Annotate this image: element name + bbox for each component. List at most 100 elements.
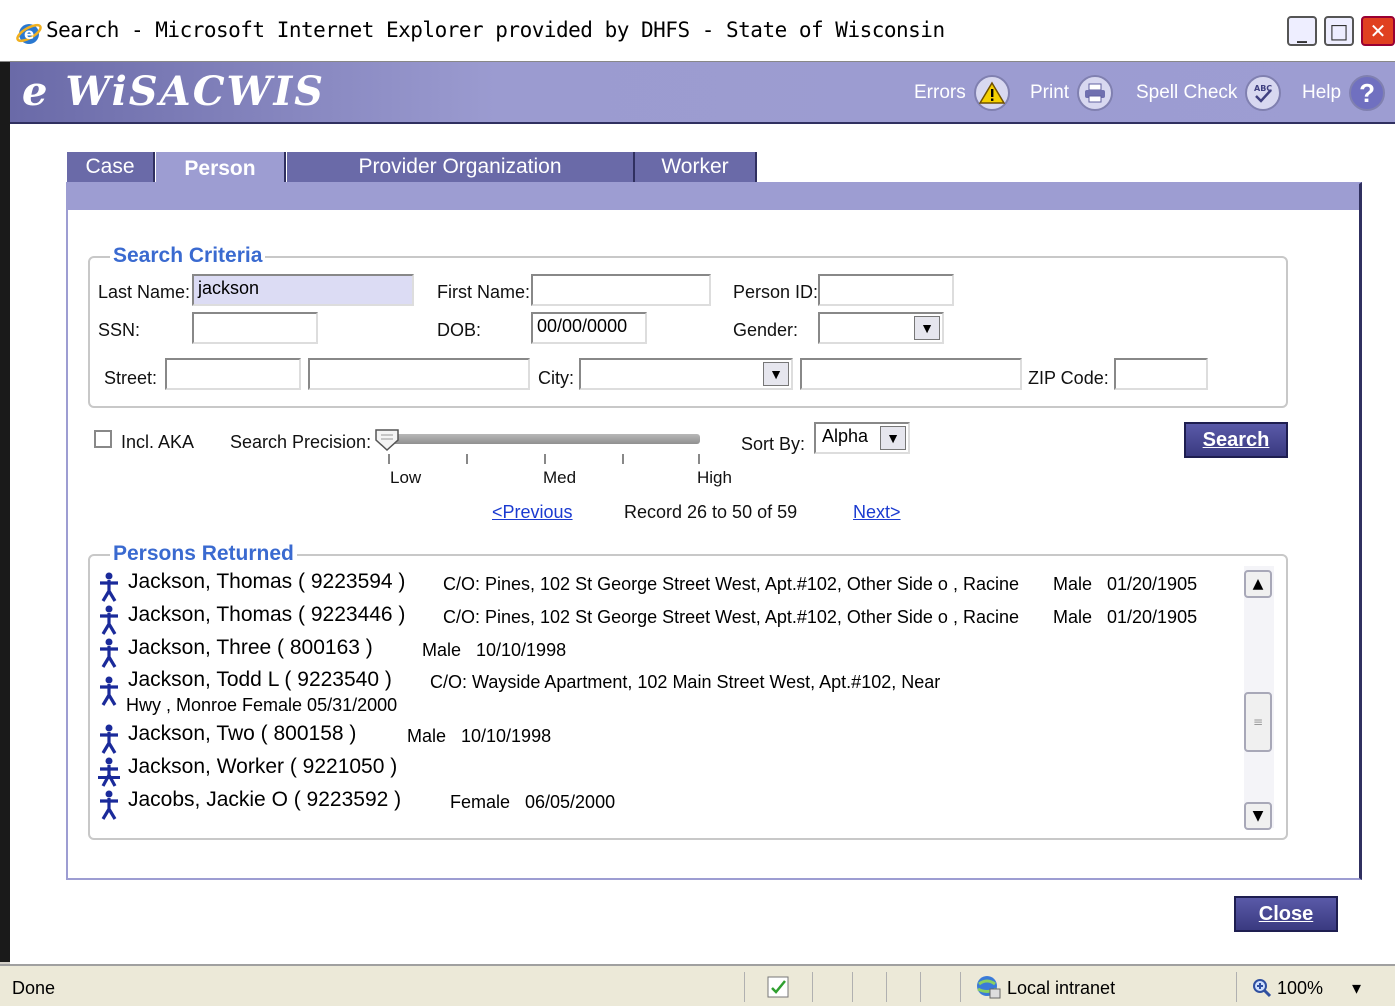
person-name: Jacobs, Jackie O ( 9223592 ): [128, 788, 402, 811]
close-window-button[interactable]: ✕: [1361, 16, 1395, 46]
incl-aka-checkbox[interactable]: [94, 430, 112, 448]
app-logo: e WiSACWIS: [22, 68, 326, 115]
person-address: C/O: Wayside Apartment, 102 Main Street …: [430, 672, 941, 692]
list-item[interactable]: Jacobs, Jackie O ( 9223592 ) Female 06/0…: [98, 788, 1238, 820]
internet-explorer-icon: e: [16, 23, 42, 44]
person-gender: Male: [1053, 607, 1093, 627]
help-button[interactable]: Help ?: [1302, 74, 1386, 112]
person-icon: [100, 638, 118, 668]
list-item[interactable]: Jackson, Thomas ( 9223446 ) C/O: Pines, …: [98, 603, 1238, 635]
person-dob: 06/05/2000: [525, 792, 616, 812]
person-dob: 01/20/1905: [1107, 574, 1198, 594]
list-item[interactable]: Jackson, Todd L ( 9223540 ) C/O: Wayside…: [98, 668, 1238, 720]
scroll-down-icon[interactable]: ▼: [1244, 802, 1272, 830]
next-link[interactable]: Next>: [853, 502, 901, 523]
spell-check-icon: ABC: [1245, 75, 1282, 111]
list-item[interactable]: Jackson, Worker ( 9221050 ): [98, 755, 1238, 787]
person-search-panel: Search Criteria Last Name: jackson First…: [66, 182, 1362, 880]
close-icon: ✕: [1369, 19, 1387, 43]
zoom-icon: [1253, 979, 1272, 998]
close-button[interactable]: Close: [1234, 896, 1338, 932]
zip-code-input[interactable]: [1114, 358, 1208, 390]
person-icon: [100, 572, 118, 602]
zoom-level[interactable]: 100%: [1277, 978, 1323, 999]
sort-by-select[interactable]: Alpha ▼: [814, 422, 910, 454]
street-label: Street:: [104, 368, 158, 388]
status-divider: [920, 972, 921, 1002]
person-address-continued: Hwy , Monroe Female 05/31/2000: [126, 695, 398, 715]
dob-label: DOB:: [437, 320, 482, 340]
city-text-input[interactable]: [800, 358, 1022, 390]
precision-high-label: High: [697, 468, 732, 487]
chevron-down-icon[interactable]: ▼: [914, 316, 940, 340]
tab-worker[interactable]: Worker: [635, 152, 757, 182]
person-id-label: Person ID:: [733, 282, 819, 302]
gender-select[interactable]: ▼: [818, 312, 944, 344]
spell-check-button[interactable]: Spell Check ABC: [1136, 74, 1282, 112]
chevron-down-icon[interactable]: ▼: [880, 426, 906, 450]
list-item[interactable]: Jackson, Thomas ( 9223594 ) C/O: Pines, …: [98, 570, 1238, 602]
zoom-dropdown-icon[interactable]: ▾: [1352, 978, 1361, 999]
tab-provider-organization[interactable]: Provider Organization: [287, 152, 635, 182]
person-gender: Male: [407, 726, 447, 746]
first-name-label: First Name:: [437, 282, 531, 302]
person-address: C/O: Pines, 102 St George Street West, A…: [443, 574, 1019, 594]
status-divider: [960, 972, 961, 1002]
person-id-input[interactable]: [818, 274, 954, 306]
person-name: Jackson, Three ( 800163 ): [128, 636, 373, 659]
chevron-down-icon[interactable]: ▼: [763, 362, 789, 386]
search-button[interactable]: Search: [1184, 422, 1288, 458]
city-label: City:: [538, 368, 574, 388]
status-divider: [852, 972, 853, 1002]
persons-returned-group: Persons Returned Jackson, Thomas ( 92235…: [88, 542, 1288, 840]
person-icon: [100, 605, 118, 635]
scroll-up-icon[interactable]: ▲: [1244, 570, 1272, 598]
person-icon: [100, 724, 118, 754]
page-status-icon: [767, 976, 789, 998]
street-input-1[interactable]: [165, 358, 301, 390]
tab-case[interactable]: Case: [67, 152, 155, 182]
minimize-icon: _: [1297, 19, 1307, 43]
person-name: Jackson, Thomas ( 9223594 ): [128, 570, 406, 593]
precision-med-label: Med: [543, 468, 577, 487]
sort-by-value: Alpha: [822, 426, 869, 446]
street-input-2[interactable]: [308, 358, 530, 390]
precision-tick: [698, 454, 700, 464]
last-name-input[interactable]: jackson: [192, 274, 414, 306]
dob-input[interactable]: 00/00/0000: [531, 312, 647, 344]
errors-button[interactable]: Errors: [914, 74, 1010, 112]
precision-tick: [622, 454, 624, 464]
minimize-button[interactable]: _: [1287, 16, 1317, 46]
city-select[interactable]: ▼: [579, 358, 793, 390]
spell-check-label: Spell Check: [1136, 82, 1238, 103]
tab-person[interactable]: Person: [156, 152, 286, 186]
first-name-input[interactable]: [531, 274, 711, 306]
slider-thumb-icon[interactable]: [374, 428, 400, 452]
person-name: Jackson, Two ( 800158 ): [128, 722, 357, 745]
last-name-label: Last Name:: [98, 282, 191, 302]
sort-by-label: Sort By:: [741, 434, 806, 454]
maximize-icon: □: [1329, 19, 1349, 43]
previous-link[interactable]: <Previous: [492, 502, 573, 523]
list-item[interactable]: Jackson, Two ( 800158 ) Male 10/10/1998: [98, 722, 1238, 754]
printer-icon: [1077, 75, 1114, 111]
help-icon: ?: [1349, 75, 1386, 111]
person-icon: [100, 676, 118, 706]
ssn-input[interactable]: [192, 312, 318, 344]
search-precision-slider[interactable]: [380, 434, 700, 444]
window-title: Search - Microsoft Internet Explorer pro…: [46, 18, 945, 42]
persons-list: Jackson, Thomas ( 9223594 ) C/O: Pines, …: [90, 566, 1240, 832]
results-scrollbar[interactable]: ▲ ≡ ▼: [1244, 566, 1274, 830]
person-dob: 01/20/1905: [1107, 607, 1198, 627]
search-criteria-legend: Search Criteria: [110, 244, 266, 268]
scrollbar-thumb[interactable]: ≡: [1244, 692, 1272, 752]
print-button[interactable]: Print: [1030, 74, 1114, 112]
maximize-button[interactable]: □: [1324, 16, 1354, 46]
status-divider: [812, 972, 813, 1002]
status-divider: [744, 972, 745, 1002]
window-frame: [0, 62, 10, 962]
list-item[interactable]: Jackson, Three ( 800163 ) Male 10/10/199…: [98, 636, 1238, 668]
local-intranet-icon: [977, 976, 1001, 999]
ssn-label: SSN:: [98, 320, 141, 340]
persons-returned-legend: Persons Returned: [110, 542, 297, 566]
